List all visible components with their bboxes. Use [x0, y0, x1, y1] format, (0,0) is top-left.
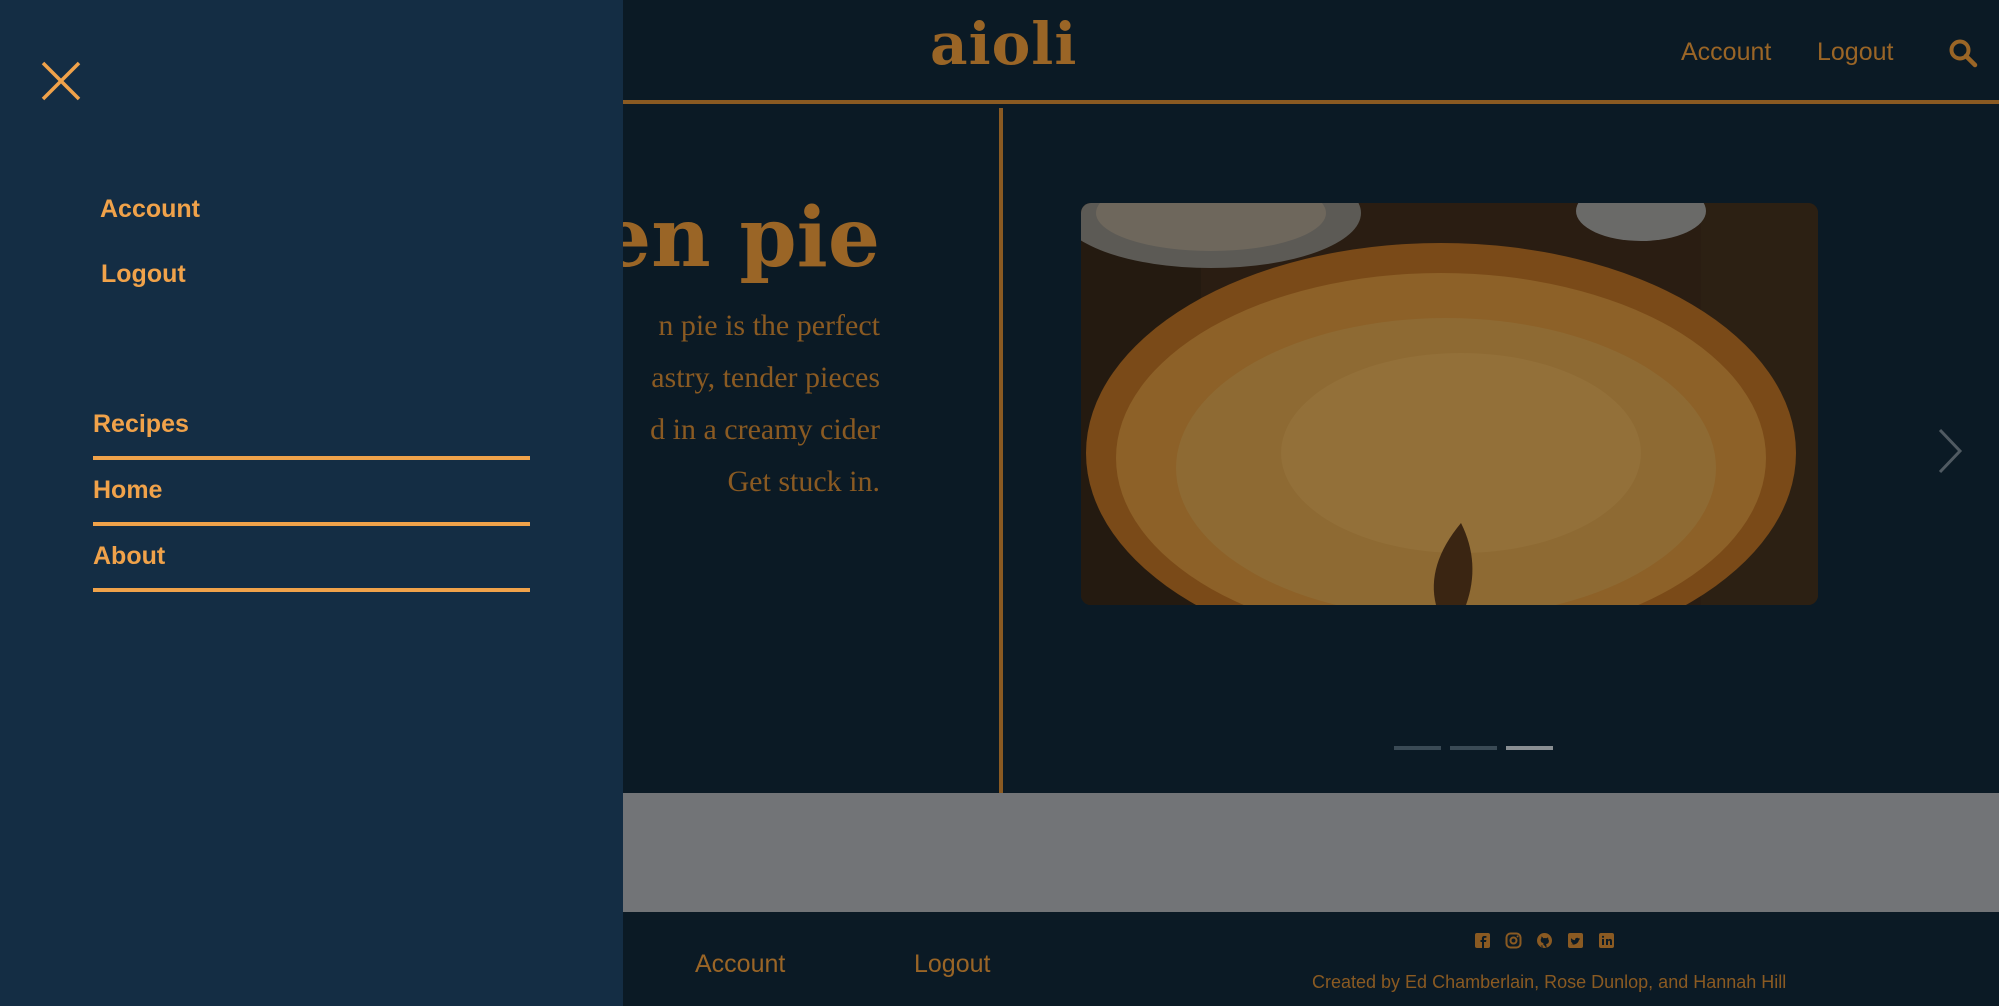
recipe-description-line: astry, tender pieces — [651, 361, 880, 394]
drawer-nav-label: About — [93, 542, 166, 570]
recipe-description-line: d in a creamy cider — [650, 413, 880, 446]
drawer-nav-label: Home — [93, 476, 163, 504]
footer-logout-link[interactable]: Logout — [914, 950, 990, 979]
social-links — [1474, 932, 1615, 949]
footer-account-link[interactable]: Account — [695, 950, 785, 979]
twitter-icon[interactable] — [1567, 932, 1584, 949]
header-account-link[interactable]: Account — [1681, 38, 1771, 67]
carousel-dot-active[interactable] — [1506, 746, 1553, 750]
carousel-indicators — [1394, 746, 1553, 750]
drawer-logout-link[interactable]: Logout — [101, 260, 186, 289]
carousel-dot[interactable] — [1394, 746, 1441, 750]
header-logout-link[interactable]: Logout — [1817, 38, 1893, 67]
carousel-dot[interactable] — [1450, 746, 1497, 750]
recipe-description-line: n pie is the perfect — [658, 309, 880, 342]
drawer-nav-label: Recipes — [93, 410, 189, 438]
close-icon[interactable] — [40, 60, 82, 102]
recipe-description: n pie is the perfect astry, tender piece… — [600, 300, 880, 508]
linkedin-icon[interactable] — [1598, 932, 1615, 949]
drawer-account-link[interactable]: Account — [100, 195, 200, 224]
recipe-description-line: Get stuck in. — [727, 465, 880, 498]
footer-credit: Created by Ed Chamberlain, Rose Dunlop, … — [1312, 972, 1787, 992]
github-icon[interactable] — [1536, 932, 1553, 949]
side-drawer: Account Logout Recipes Home About — [0, 0, 623, 1006]
drawer-nav-recipes[interactable]: Recipes — [93, 394, 530, 460]
recipe-image — [1081, 203, 1818, 605]
hero-divider — [999, 108, 1003, 793]
carousel-next-icon[interactable] — [1936, 428, 1964, 474]
search-icon[interactable] — [1948, 38, 1978, 68]
site-logo[interactable]: aioli — [930, 10, 1077, 78]
drawer-nav-home[interactable]: Home — [93, 460, 530, 526]
facebook-icon[interactable] — [1474, 932, 1491, 949]
instagram-icon[interactable] — [1505, 932, 1522, 949]
drawer-nav-about[interactable]: About — [93, 526, 530, 592]
